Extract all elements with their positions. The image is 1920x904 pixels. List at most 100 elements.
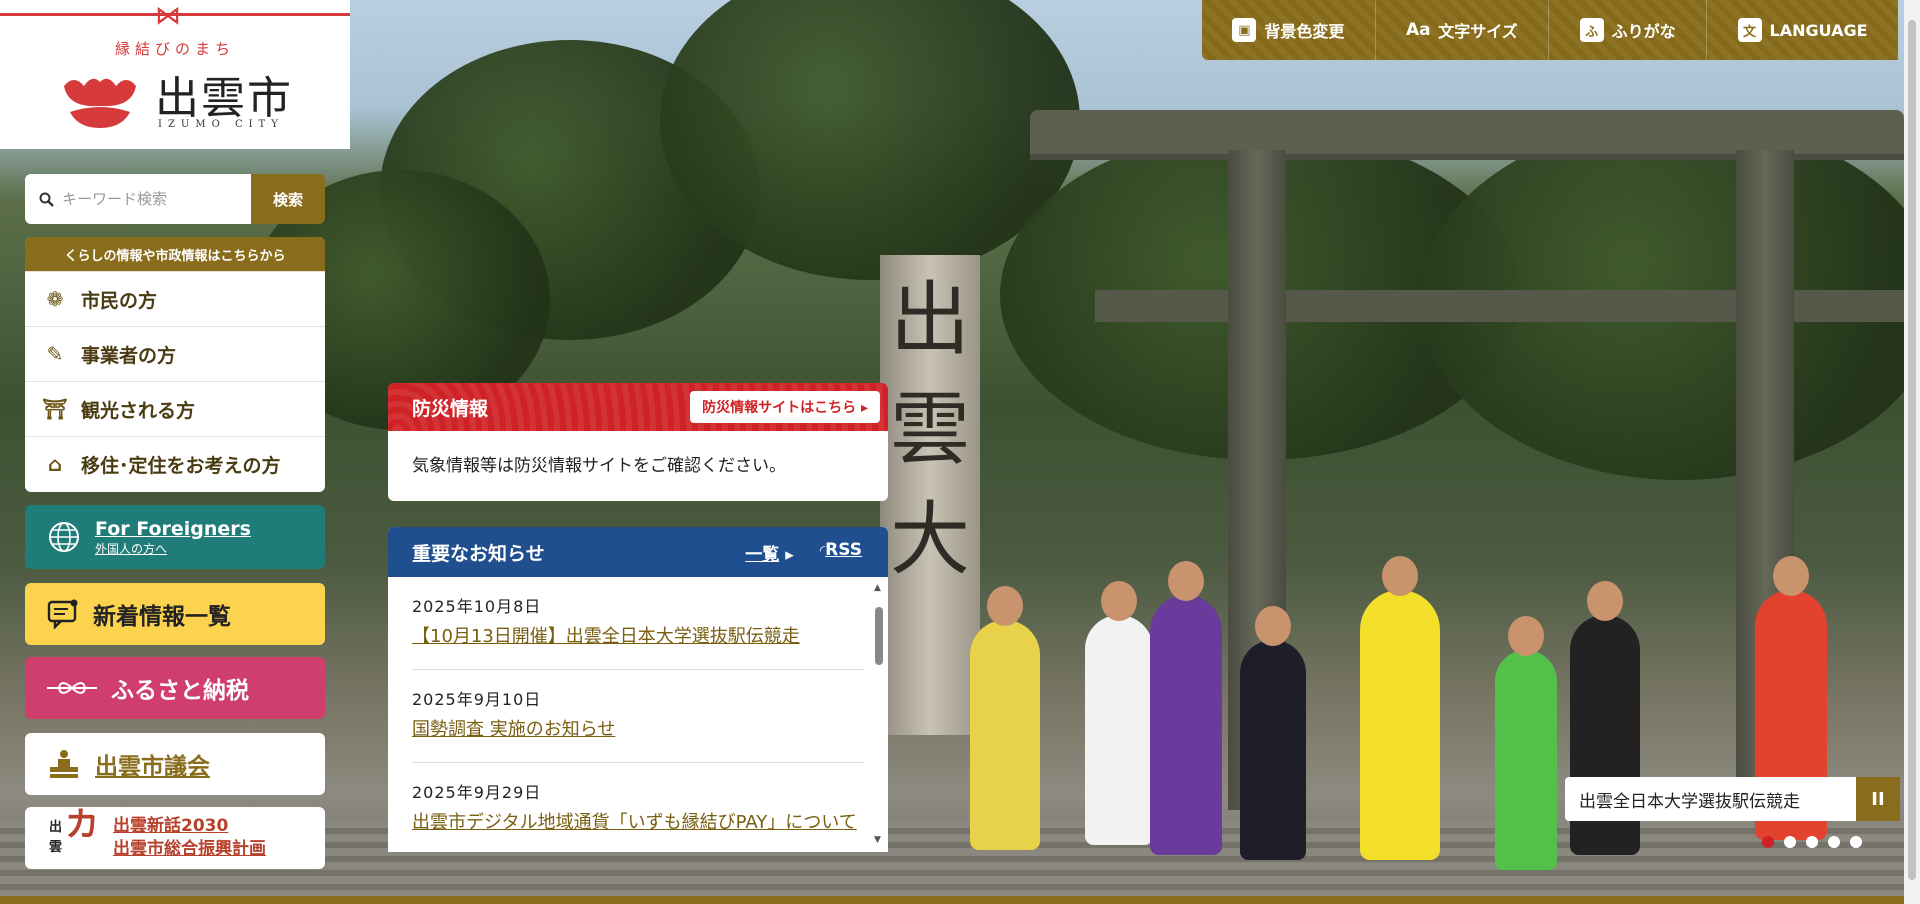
- notice-list-link[interactable]: 一覧 ▸: [745, 540, 793, 565]
- arrow-right-icon: ▸: [860, 400, 868, 416]
- slide-dot[interactable]: [1850, 836, 1862, 848]
- master-plan-text: 出雲新話2030 出雲市総合振興計画: [113, 815, 266, 861]
- news-list-button[interactable]: 新着情報一覧: [25, 583, 325, 645]
- furigana-icon: ふ: [1579, 18, 1604, 42]
- page-scrollbar[interactable]: [1904, 0, 1920, 904]
- site-search: 検索: [25, 174, 325, 224]
- notice-header-links: 一覧 ▸ ◜RSS: [745, 540, 862, 565]
- rss-link[interactable]: ◜RSS: [820, 540, 862, 565]
- notice-list-label: 一覧: [745, 544, 780, 565]
- slide-dot[interactable]: [1762, 836, 1774, 848]
- notice-title-link[interactable]: 国勢調査 実施のお知らせ: [412, 716, 864, 744]
- scroll-down-icon[interactable]: ▼: [874, 835, 881, 845]
- notice-date: 2025年9月10日: [412, 690, 542, 709]
- search-button[interactable]: 検索: [251, 174, 325, 224]
- news-list-label: 新着情報一覧: [93, 604, 231, 630]
- notice-scrollbar[interactable]: ▲ ▼: [874, 583, 884, 845]
- toolbar-label: LANGUAGE: [1769, 20, 1868, 40]
- nav-item-business[interactable]: ✎ 事業者の方: [25, 326, 325, 381]
- language-button[interactable]: 文 LANGUAGE: [1707, 0, 1898, 60]
- slide-caption: 出雲全日本大学選抜駅伝競走 II: [1565, 777, 1900, 821]
- stone-pillar-text: 出雲大: [890, 273, 970, 586]
- notice-date: 2025年10月8日: [412, 597, 542, 616]
- for-foreigners-button[interactable]: For Foreigners 外国人の方へ: [25, 505, 325, 569]
- chat-icon: [47, 599, 78, 629]
- bottom-accent-bar: [0, 896, 1904, 904]
- text-size-button[interactable]: Aa 文字サイズ: [1376, 0, 1550, 60]
- pause-button[interactable]: II: [1856, 777, 1900, 821]
- runner: [1240, 606, 1306, 860]
- search-field-wrap: [25, 174, 251, 224]
- slide-dot[interactable]: [1806, 836, 1818, 848]
- runner: [970, 586, 1040, 850]
- disaster-site-link-label: 防災情報サイトはこちら: [702, 400, 857, 416]
- flower-icon: ❁: [46, 287, 64, 311]
- important-notices-panel: 重要なお知らせ 一覧 ▸ ◜RSS 2025年10月8日 【10月13日開催】出…: [388, 527, 888, 852]
- site-logo[interactable]: ⋈ 縁結びのまち 出雲市 IZUMO CITY: [0, 0, 350, 149]
- logo-city-name: 出雲市: [155, 73, 293, 124]
- notice-date: 2025年9月29日: [412, 783, 542, 802]
- slide-dot[interactable]: [1828, 836, 1840, 848]
- disaster-info-panel: 防災情報 防災情報サイトはこちら ▸ 気象情報等は防災情報サイトをご確認ください…: [388, 383, 888, 501]
- runner: [1360, 556, 1440, 860]
- podium-icon: [50, 750, 78, 778]
- city-council-label: 出雲市議会: [95, 754, 210, 780]
- shrine-icon: ⛩: [42, 397, 68, 421]
- color-icon: ▣: [1232, 18, 1257, 42]
- nav-item-label: 移住･定住をお考えの方: [81, 454, 281, 477]
- notice-list: 2025年10月8日 【10月13日開催】出雲全日本大学選抜駅伝競走 2025年…: [388, 577, 888, 852]
- furusato-label: ふるさと納税: [111, 678, 249, 704]
- toolbar-label: ふりがな: [1611, 22, 1676, 41]
- globe-icon: [49, 522, 79, 552]
- master-plan-logo-icon: 出 雲 カ: [49, 805, 99, 855]
- notice-item: 2025年10月8日 【10月13日開催】出雲全日本大学選抜駅伝競走: [412, 577, 864, 670]
- furusato-tax-button[interactable]: ふるさと納税: [25, 657, 325, 719]
- ribbon-knot-icon: ⋈: [155, 1, 181, 31]
- accessibility-toolbar: ▣ 背景色変更 Aa 文字サイズ ふ ふりがな 文 LANGUAGE: [1202, 0, 1898, 60]
- logo-tagline: 縁結びのまち: [114, 40, 235, 58]
- ribbon-icon: [47, 682, 97, 694]
- furigana-button[interactable]: ふ ふりがな: [1549, 0, 1708, 60]
- slide-dot[interactable]: [1784, 836, 1796, 848]
- foreigners-subtitle: 外国人の方へ: [95, 541, 168, 556]
- notice-title-link[interactable]: 【10月13日開催】出雲全日本大学選抜駅伝競走: [412, 623, 864, 651]
- runner: [1150, 561, 1222, 855]
- house-icon: ⌂: [47, 452, 63, 476]
- stone-pillar: 出雲大: [880, 255, 980, 735]
- background-color-button[interactable]: ▣ 背景色変更: [1202, 0, 1376, 60]
- search-icon: [39, 192, 54, 207]
- arrow-right-icon: ▸: [785, 544, 794, 565]
- master-plan-subtitle: 出雲市総合振興計画: [113, 839, 266, 859]
- nav-item-relocation[interactable]: ⌂ 移住･定住をお考えの方: [25, 436, 325, 491]
- slide-caption-text: 出雲全日本大学選抜駅伝競走: [1565, 777, 1856, 821]
- notice-title-link[interactable]: 出雲市デジタル地域通貨「いずも縁結びPAY」について: [412, 809, 864, 837]
- pen-icon: ✎: [46, 342, 64, 366]
- runner: [1085, 581, 1153, 845]
- scroll-up-icon[interactable]: ▲: [874, 583, 881, 593]
- audience-nav-header: くらしの情報や市政情報はこちらから: [25, 237, 325, 271]
- disaster-site-link[interactable]: 防災情報サイトはこちら ▸: [690, 391, 880, 423]
- rss-label: RSS: [825, 539, 862, 560]
- master-plan-title: 出雲新話2030: [113, 816, 229, 836]
- runner: [1495, 616, 1557, 870]
- search-input[interactable]: [62, 190, 242, 208]
- page-scrollbar-thumb[interactable]: [1908, 20, 1916, 880]
- notice-scrollbar-thumb[interactable]: [875, 607, 883, 665]
- torii-gate: [1030, 110, 1904, 154]
- nav-item-residents[interactable]: ❁ 市民の方: [25, 271, 325, 326]
- text-size-icon: Aa: [1405, 20, 1431, 40]
- toolbar-label: 文字サイズ: [1438, 22, 1518, 41]
- important-notices-title: 重要なお知らせ: [412, 542, 545, 565]
- nav-item-label: 市民の方: [81, 289, 158, 312]
- foreigners-title: For Foreigners: [95, 517, 251, 540]
- toolbar-label: 背景色変更: [1264, 22, 1345, 41]
- slide-indicators: [1762, 836, 1862, 848]
- city-council-button[interactable]: 出雲市議会: [25, 733, 325, 795]
- city-emblem-icon: [64, 78, 136, 128]
- logo-english-name: IZUMO CITY: [158, 119, 284, 130]
- notice-item: 2025年9月10日 国勢調査 実施のお知らせ: [412, 670, 864, 763]
- nav-item-tourists[interactable]: ⛩ 観光される方: [25, 381, 325, 436]
- nav-item-label: 観光される方: [81, 399, 196, 422]
- notice-item: 2025年9月29日 出雲市デジタル地域通貨「いずも縁結びPAY」について: [412, 763, 864, 852]
- master-plan-button[interactable]: 出 雲 カ 出雲新話2030 出雲市総合振興計画: [25, 807, 325, 869]
